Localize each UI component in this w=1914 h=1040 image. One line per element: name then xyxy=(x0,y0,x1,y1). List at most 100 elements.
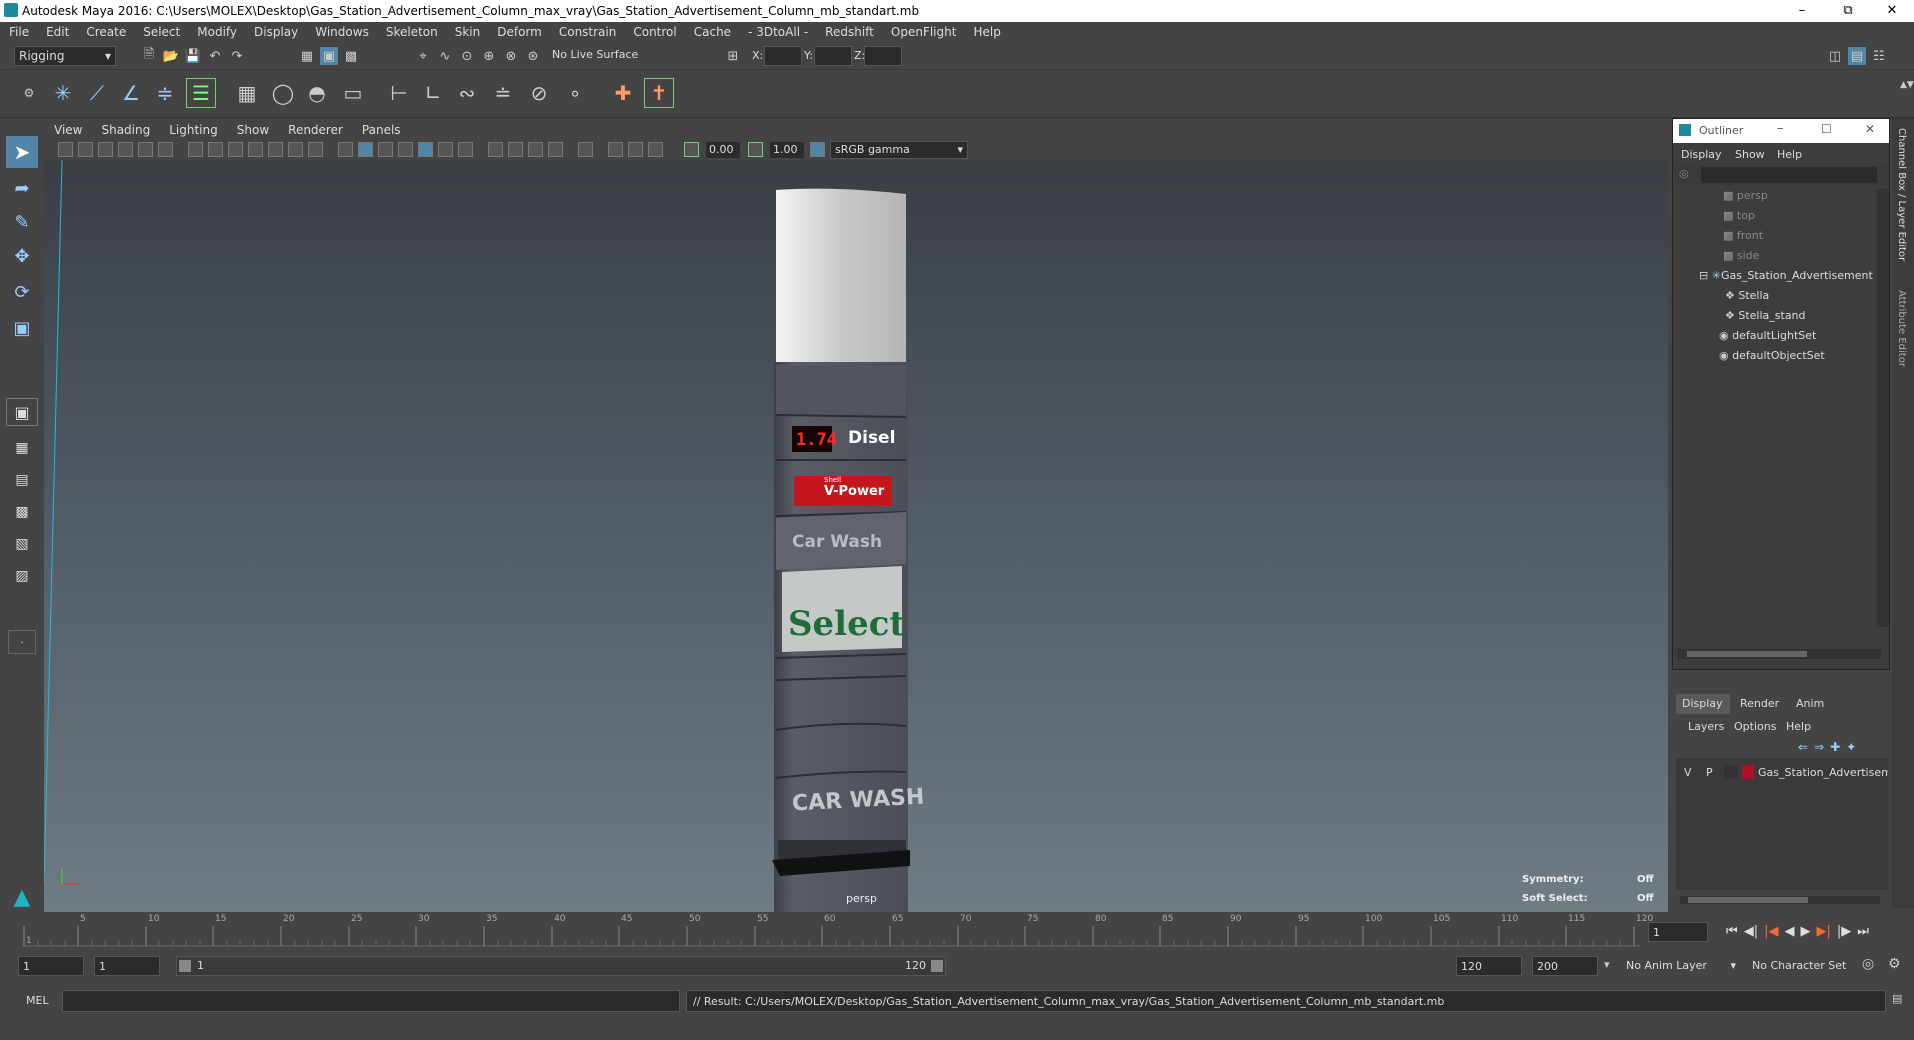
outliner-search-input[interactable] xyxy=(1701,167,1877,183)
textured-icon[interactable] xyxy=(418,142,433,157)
orient-constraint-icon[interactable]: ∾ xyxy=(452,78,482,108)
menu-deform[interactable]: Deform xyxy=(488,22,550,39)
shelf-scroll-icon[interactable]: ▲▼ xyxy=(1900,80,1914,90)
menu-create[interactable]: Create xyxy=(77,22,134,39)
menu-skin[interactable]: Skin xyxy=(446,22,489,39)
ik-spline-icon[interactable]: ≑ xyxy=(150,78,180,108)
time-slider[interactable]: 1 5 10 15 20 25 30 35 40 45 50 55 60 65 70 75 80 85 90 95 10… xyxy=(0,912,1914,952)
move-layer-down-icon[interactable]: ⇒ xyxy=(1814,740,1824,754)
custom-layout-icon[interactable]: · xyxy=(8,630,36,654)
restore-button[interactable]: ⧉ xyxy=(1826,0,1870,22)
pole-vector-icon[interactable]: ∘ xyxy=(560,78,590,108)
grid-toggle-icon[interactable] xyxy=(188,142,203,157)
color-management-icon[interactable] xyxy=(810,142,825,157)
lights-icon[interactable] xyxy=(438,142,453,157)
minimize-button[interactable]: – xyxy=(1780,0,1824,22)
scale-tool-icon[interactable]: ▣ xyxy=(6,314,38,342)
outliner-minimize-button[interactable]: – xyxy=(1777,121,1784,136)
snap-view-icon[interactable]: ⊕ xyxy=(480,47,498,65)
outliner-close-button[interactable]: ✕ xyxy=(1865,122,1875,136)
menu-help[interactable]: Help xyxy=(964,22,1008,39)
attribute-editor-tab[interactable]: Attribute Editor xyxy=(1896,290,1907,367)
lattice-icon[interactable]: ▦ xyxy=(232,78,262,108)
list-item[interactable]: ❖ Stella_stand xyxy=(1725,309,1806,327)
save-scene-icon[interactable]: 💾 xyxy=(184,47,202,65)
mode-selector[interactable]: Rigging ▾ xyxy=(14,46,116,66)
image-plane-icon[interactable] xyxy=(118,142,133,157)
four-view-icon[interactable]: ▦ xyxy=(6,434,38,462)
preferences-icon[interactable]: ⚙ xyxy=(1888,956,1901,972)
close-button[interactable]: ✕ xyxy=(1870,0,1914,22)
outliner-menu-help[interactable]: Help xyxy=(1777,148,1802,161)
auto-key-icon[interactable]: ◎ xyxy=(1862,956,1874,972)
gamma-icon[interactable] xyxy=(748,142,763,157)
camera-attr-icon[interactable] xyxy=(78,142,93,157)
play-forward-icon[interactable]: ▶ xyxy=(1800,924,1810,939)
outliner-horizontal-scrollbar[interactable] xyxy=(1677,649,1881,659)
snap-live-icon[interactable]: ⊛ xyxy=(524,47,542,65)
select-component-icon[interactable]: ▩ xyxy=(342,47,360,65)
options-menu[interactable]: Options xyxy=(1734,720,1776,733)
open-scene-icon[interactable]: 📂 xyxy=(162,47,180,65)
parent-constraint-icon[interactable]: ⊢ xyxy=(384,78,414,108)
panel-menu-shading[interactable]: Shading xyxy=(91,121,159,137)
hypershade-layout-icon[interactable]: ▨ xyxy=(6,562,38,590)
motion-blur-icon[interactable] xyxy=(508,142,523,157)
move-tool-icon[interactable]: ✥ xyxy=(6,242,38,270)
outliner-search[interactable]: ◎ xyxy=(1675,165,1887,185)
live-surface-label[interactable]: No Live Surface xyxy=(552,48,638,61)
script-language-toggle[interactable]: MEL xyxy=(26,994,49,1007)
menu-3dtoall[interactable]: - 3DtoAll - xyxy=(739,22,816,39)
menu-edit[interactable]: Edit xyxy=(37,22,77,39)
rig-helper-icon[interactable]: ✝ xyxy=(644,78,674,108)
script-editor-icon[interactable]: ▤ xyxy=(1892,992,1902,1005)
aim-constraint-icon[interactable]: ⊘ xyxy=(524,78,554,108)
end-time-field[interactable]: 200 xyxy=(1532,956,1598,976)
menu-select[interactable]: Select xyxy=(134,22,188,39)
layer-color-swatch[interactable] xyxy=(1742,765,1754,779)
locator-icon[interactable]: ✚ xyxy=(608,78,638,108)
wireframe-on-shaded-icon[interactable] xyxy=(398,142,413,157)
render-settings-icon[interactable]: ◫ xyxy=(1826,47,1844,65)
collapse-icon[interactable]: ⊟ xyxy=(1699,269,1712,282)
film-gate-icon[interactable] xyxy=(208,142,223,157)
layers-menu[interactable]: Layers xyxy=(1688,720,1724,733)
menu-skeleton[interactable]: Skeleton xyxy=(377,22,446,39)
shadows-icon[interactable] xyxy=(458,142,473,157)
scrollbar-thumb[interactable] xyxy=(1687,651,1807,657)
xray-active-icon[interactable] xyxy=(628,142,643,157)
outliner-menu-show[interactable]: Show xyxy=(1735,148,1765,161)
select-object-icon[interactable]: ▣ xyxy=(320,47,338,65)
layer-playback-toggle[interactable]: P xyxy=(1706,766,1713,779)
scale-constraint-icon[interactable]: ≐ xyxy=(488,78,518,108)
resolution-gate-icon[interactable] xyxy=(228,142,243,157)
new-layer-icon[interactable]: ✚ xyxy=(1830,740,1840,754)
redo-icon[interactable]: ↷ xyxy=(228,47,246,65)
list-item[interactable]: ❖ Stella xyxy=(1725,289,1769,307)
playback-start-field[interactable]: 1 xyxy=(94,956,160,976)
gate-mask-icon[interactable] xyxy=(248,142,263,157)
list-item[interactable]: ⊟ ✳Gas_Station_Advertisement xyxy=(1699,269,1873,287)
lasso-tool-icon[interactable]: ➦ xyxy=(6,174,38,202)
rotate-tool-icon[interactable]: ⟳ xyxy=(6,278,38,306)
panel-menu-panels[interactable]: Panels xyxy=(352,121,410,137)
scrollbar-thumb[interactable] xyxy=(1688,897,1808,903)
menu-constrain[interactable]: Constrain xyxy=(550,22,625,39)
undo-icon[interactable]: ↶ xyxy=(206,47,224,65)
x-field[interactable] xyxy=(764,46,802,66)
joint-tool-icon[interactable]: ✳ xyxy=(48,78,78,108)
camera-select-icon[interactable] xyxy=(58,142,73,157)
wrap-deformer-icon[interactable]: ◓ xyxy=(302,78,332,108)
exposure-field[interactable]: 0.00 xyxy=(706,142,740,158)
help-menu[interactable]: Help xyxy=(1786,720,1811,733)
perspective-viewport[interactable]: 1.74 Disel Shell V-Power Car Wash Select… xyxy=(44,160,1668,912)
bind-skin-icon[interactable]: ☰ xyxy=(186,78,216,108)
persp-graph-layout-icon[interactable]: ▧ xyxy=(6,530,38,558)
select-tool-icon[interactable]: ➤ xyxy=(6,136,38,168)
list-item[interactable]: ▩ top xyxy=(1723,209,1755,227)
play-backward-icon[interactable]: ◀ xyxy=(1784,924,1794,939)
exposure-icon[interactable] xyxy=(684,142,699,157)
menu-openflight[interactable]: OpenFlight xyxy=(882,22,965,39)
depth-of-field-icon[interactable] xyxy=(548,142,563,157)
step-forward-icon[interactable]: ▶| xyxy=(1816,924,1830,939)
